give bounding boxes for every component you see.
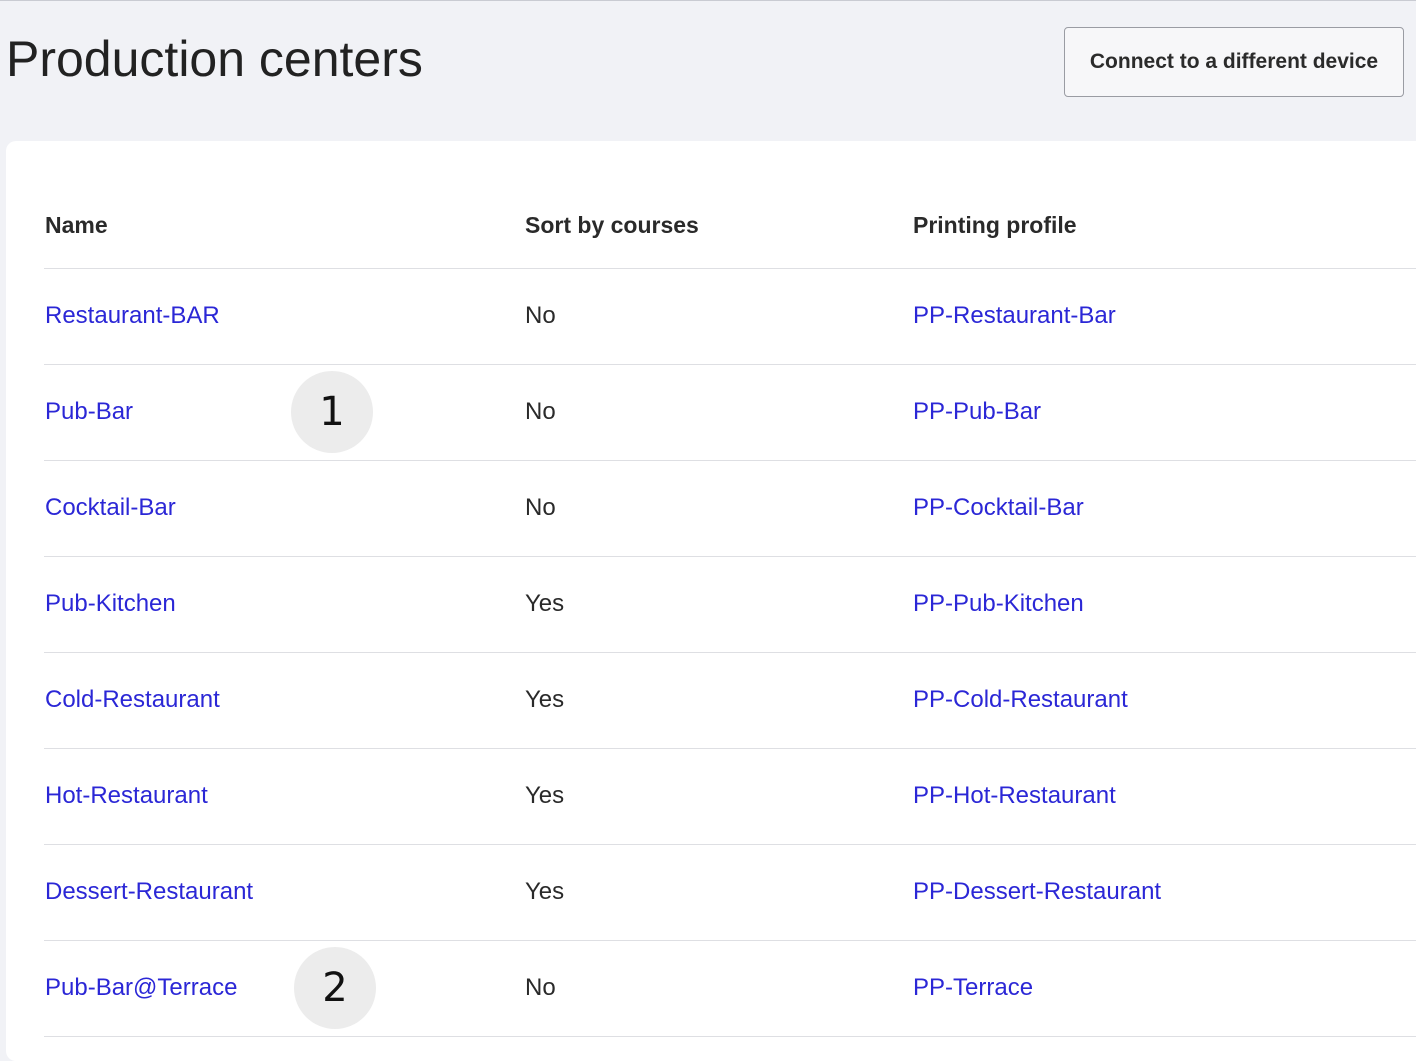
sort-by-courses-value: No <box>525 974 556 1001</box>
table-row: Pub-Kitchen Yes PP-Pub-Kitchen <box>44 557 1416 653</box>
production-center-name-link[interactable]: Cold-Restaurant <box>45 684 220 716</box>
column-header-name[interactable]: Name <box>45 209 108 241</box>
printing-profile-link[interactable]: PP-Hot-Restaurant <box>913 780 1116 812</box>
production-center-name-link[interactable]: Cocktail-Bar <box>45 492 176 524</box>
production-center-name-link[interactable]: Pub-Bar@Terrace <box>45 972 237 1004</box>
column-header-sort-by-courses[interactable]: Sort by courses <box>525 209 699 241</box>
sort-by-courses-value: No <box>525 398 556 425</box>
sort-by-courses-value: Yes <box>525 782 565 809</box>
printing-profile-link[interactable]: PP-Restaurant-Bar <box>913 300 1116 332</box>
production-centers-card: Name Sort by courses Printing profile Re… <box>6 141 1416 1061</box>
sort-by-courses-value: No <box>525 302 556 329</box>
table-header-row: Name Sort by courses Printing profile <box>44 141 1416 269</box>
table-row: Cocktail-Bar No PP-Cocktail-Bar <box>44 461 1416 557</box>
printing-profile-link[interactable]: PP-Pub-Kitchen <box>913 588 1084 620</box>
table-row: Hot-Restaurant Yes PP-Hot-Restaurant <box>44 749 1416 845</box>
production-centers-table: Name Sort by courses Printing profile Re… <box>44 141 1416 1037</box>
table-row: Restaurant-BAR No PP-Restaurant-Bar <box>44 269 1416 365</box>
sort-by-courses-value: Yes <box>525 686 565 713</box>
printing-profile-link[interactable]: PP-Pub-Bar <box>913 396 1041 428</box>
production-center-name-link[interactable]: Pub-Bar <box>45 396 133 428</box>
annotation-badge-1: 1 <box>291 371 373 453</box>
column-header-printing-profile[interactable]: Printing profile <box>913 209 1077 241</box>
printing-profile-link[interactable]: PP-Terrace <box>913 972 1033 1004</box>
table-row: Dessert-Restaurant Yes PP-Dessert-Restau… <box>44 845 1416 941</box>
printing-profile-link[interactable]: PP-Cold-Restaurant <box>913 684 1128 716</box>
table-row: Cold-Restaurant Yes PP-Cold-Restaurant <box>44 653 1416 749</box>
sort-by-courses-value: No <box>525 494 556 521</box>
table-row: Pub-Bar 1 No PP-Pub-Bar <box>44 365 1416 461</box>
connect-to-different-device-button[interactable]: Connect to a different device <box>1064 27 1404 97</box>
printing-profile-link[interactable]: PP-Dessert-Restaurant <box>913 876 1161 908</box>
production-center-name-link[interactable]: Restaurant-BAR <box>45 300 220 332</box>
table-row: Pub-Bar@Terrace 2 No PP-Terrace <box>44 941 1416 1037</box>
printing-profile-link[interactable]: PP-Cocktail-Bar <box>913 492 1084 524</box>
sort-by-courses-value: Yes <box>525 878 565 905</box>
page-title: Production centers <box>6 31 423 87</box>
production-center-name-link[interactable]: Pub-Kitchen <box>45 588 176 620</box>
top-border <box>0 0 1416 1</box>
production-center-name-link[interactable]: Dessert-Restaurant <box>45 876 253 908</box>
annotation-badge-2: 2 <box>294 947 376 1029</box>
production-center-name-link[interactable]: Hot-Restaurant <box>45 780 208 812</box>
sort-by-courses-value: Yes <box>525 590 565 617</box>
